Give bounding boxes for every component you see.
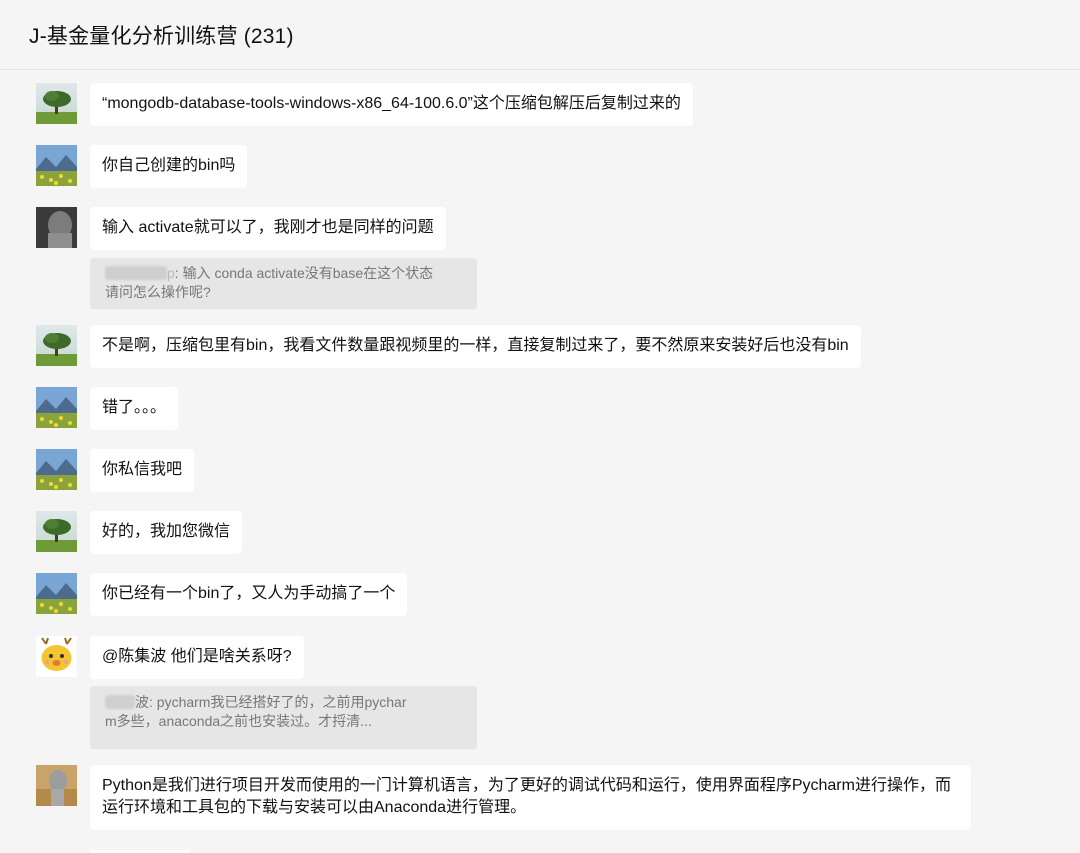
chat-title: J-基金量化分析训练营 (231)	[29, 25, 294, 48]
message-bubble[interactable]: 错了。。。	[90, 387, 179, 430]
blurred-name	[105, 695, 135, 709]
message-bubble[interactable]: 你自己创建的bin吗	[90, 145, 248, 188]
quoted-message-line: m多些，anaconda之前也安装过。才捋清...	[105, 713, 372, 729]
message-bubble[interactable]: Python是我们进行项目开发而使用的一门计算机语言，为了更好的调试代码和运行，…	[90, 765, 971, 830]
landscape-flowers-avatar-icon[interactable]	[36, 145, 77, 186]
cartoon-deer-avatar-icon[interactable]	[36, 636, 77, 677]
quoted-message[interactable]: 波: pycharm我已经搭好了的，之前用pychar m多些，anaconda…	[90, 686, 477, 749]
chat-header: J-基金量化分析训练营 (231)	[0, 0, 1080, 70]
blurred-name	[105, 266, 167, 280]
quoted-sender: 波	[135, 694, 149, 710]
message-bubble[interactable]: 不是啊，压缩包里有bin，我看文件数量跟视频里的一样，直接复制过来了，要不然原来…	[90, 325, 861, 368]
quoted-message[interactable]: p: 输入 conda activate没有base在这个状态 请问怎么操作呢?	[90, 258, 477, 309]
landscape-flowers-avatar-icon[interactable]	[36, 387, 77, 428]
message-bubble[interactable]: 你私信我吧	[90, 449, 195, 492]
quoted-message-line: 请问怎么操作呢?	[105, 284, 211, 300]
quoted-text: : pycharm我已经搭好了的，之前用pychar	[149, 694, 407, 710]
message-bubble[interactable]: 输入 activate就可以了，我刚才也是同样的问题	[90, 207, 446, 250]
message-bubble[interactable]: 好的，我加您微信	[90, 511, 243, 554]
message-bubble[interactable]: “mongodb-database-tools-windows-x86_64-1…	[90, 83, 693, 126]
blurred-field-avatar-icon[interactable]	[36, 765, 77, 806]
blurred-person-avatar-icon[interactable]	[36, 207, 77, 248]
tree-avatar-icon[interactable]	[36, 511, 77, 552]
landscape-flowers-avatar-icon[interactable]	[36, 449, 77, 490]
avatar[interactable]	[36, 849, 77, 853]
quoted-message-line: p: 输入 conda activate没有base在这个状态	[105, 264, 465, 283]
tree-avatar-icon[interactable]	[36, 83, 77, 124]
quoted-sender: p	[167, 265, 175, 281]
tree-avatar-icon[interactable]	[36, 325, 77, 366]
quoted-message-line: 波: pycharm我已经搭好了的，之前用pychar	[105, 693, 465, 712]
quoted-text: : 输入 conda activate没有base在这个状态	[174, 265, 434, 281]
message-bubble[interactable]: @陈集波 他们是啥关系呀?	[90, 636, 304, 679]
landscape-flowers-avatar-icon[interactable]	[36, 573, 77, 614]
message-bubble[interactable]: 你已经有一个bin了，又人为手动搞了一个	[90, 573, 408, 616]
